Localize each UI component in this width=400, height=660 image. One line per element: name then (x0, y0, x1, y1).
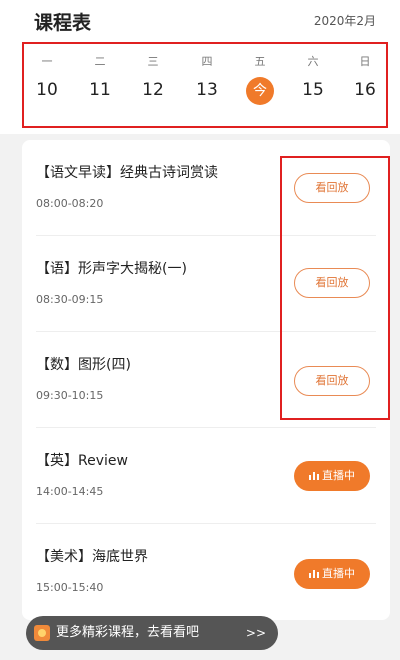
course-time: 08:00-08:20 (36, 197, 104, 210)
today-badge: 今 (246, 77, 274, 105)
course-name: 【美术】海底世界 (36, 549, 148, 565)
day-date: 11 (89, 80, 111, 100)
more-courses-label: 更多精彩课程，去看看吧 (56, 625, 200, 640)
live-label: 直播中 (322, 469, 355, 482)
day-of-week: 一 (41, 55, 53, 68)
day-mon[interactable]: 一 10 (24, 54, 70, 104)
day-thu[interactable]: 四 13 (184, 54, 230, 104)
live-label: 直播中 (322, 567, 355, 580)
day-sat[interactable]: 六 15 (290, 54, 336, 104)
more-courses-banner[interactable]: 更多精彩课程，去看看吧 >> (26, 616, 278, 650)
course-row[interactable]: 【美术】海底世界 15:00-15:40 直播中 (22, 524, 390, 620)
course-name: 【语文早读】经典古诗词赏读 (36, 165, 218, 181)
live-button[interactable]: 直播中 (294, 559, 370, 589)
day-of-week: 四 (201, 55, 213, 68)
page-title: 课程表 (34, 12, 92, 34)
course-name: 【英】Review (36, 453, 128, 469)
live-bars-icon (309, 570, 319, 578)
replay-highlight-box (280, 156, 390, 420)
course-name: 【语】形声字大揭秘(一) (36, 261, 187, 277)
day-of-week: 五 (254, 55, 266, 68)
live-button[interactable]: 直播中 (294, 461, 370, 491)
course-time: 14:00-14:45 (36, 485, 104, 498)
header: 课程表 2020年2月 (0, 0, 400, 38)
live-bars-icon (309, 472, 319, 480)
day-date: 15 (302, 80, 324, 100)
double-chevron-right-icon: >> (245, 626, 266, 640)
course-name: 【数】图形(四) (36, 357, 131, 373)
course-time: 08:30-09:15 (36, 293, 104, 306)
top-panel: 课程表 2020年2月 一 10 二 11 三 12 四 13 五 今 六 15… (0, 0, 400, 134)
day-date: 10 (36, 80, 58, 100)
day-tue[interactable]: 二 11 (77, 54, 123, 104)
day-of-week: 六 (307, 55, 319, 68)
week-strip: 一 10 二 11 三 12 四 13 五 今 六 15 日 16 (22, 42, 388, 128)
day-date: 12 (142, 80, 164, 100)
course-time: 09:30-10:15 (36, 389, 104, 402)
day-sun[interactable]: 日 16 (342, 54, 388, 104)
day-of-week: 二 (94, 55, 106, 68)
day-wed[interactable]: 三 12 (130, 54, 176, 104)
day-of-week: 三 (147, 55, 159, 68)
course-row[interactable]: 【英】Review 14:00-14:45 直播中 (22, 428, 390, 524)
day-fri-today[interactable]: 五 今 (237, 54, 283, 105)
day-date: 13 (196, 80, 218, 100)
course-icon (34, 625, 50, 641)
day-date: 16 (354, 80, 376, 100)
month-label: 2020年2月 (313, 14, 376, 28)
course-time: 15:00-15:40 (36, 581, 104, 594)
day-of-week: 日 (359, 55, 371, 68)
